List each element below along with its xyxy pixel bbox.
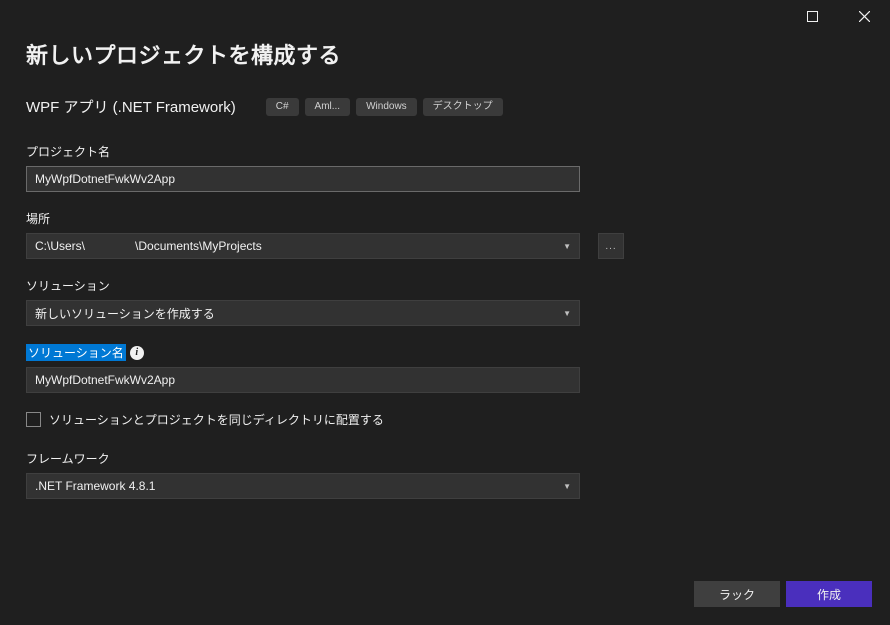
solution-value: 新しいソリューションを作成する (35, 305, 215, 322)
project-name-label: プロジェクト名 (26, 143, 864, 160)
location-path-text: C:\Users\\Documents\MyProjects (35, 239, 262, 253)
solution-label: ソリューション (26, 277, 864, 294)
dialog-content: 新しいプロジェクトを構成する WPF アプリ (.NET Framework) … (0, 32, 890, 499)
close-icon (859, 11, 870, 22)
tag: Aml... (305, 98, 351, 116)
back-button[interactable]: ラック (694, 581, 780, 607)
framework-value: .NET Framework 4.8.1 (35, 479, 155, 493)
same-directory-row: ソリューションとプロジェクトを同じディレクトリに配置する (26, 411, 864, 428)
titlebar (0, 0, 890, 32)
maximize-button[interactable] (790, 2, 834, 30)
chevron-down-icon: ▼ (563, 309, 571, 318)
tag: C# (266, 98, 299, 116)
template-summary: WPF アプリ (.NET Framework) C# Aml... Windo… (26, 96, 864, 117)
tag: Windows (356, 98, 417, 116)
same-directory-label: ソリューションとプロジェクトを同じディレクトリに配置する (49, 411, 384, 428)
location-group: 場所 C:\Users\\Documents\MyProjects ▼ ... (26, 210, 864, 259)
chevron-down-icon: ▼ (563, 482, 571, 491)
template-name: WPF アプリ (.NET Framework) (26, 96, 236, 117)
location-label: 場所 (26, 210, 864, 227)
solution-name-group: ソリューション名 i (26, 344, 864, 393)
browse-location-button[interactable]: ... (598, 233, 624, 259)
template-tags: C# Aml... Windows デスクトップ (266, 98, 503, 116)
create-button[interactable]: 作成 (786, 581, 872, 607)
project-name-group: プロジェクト名 (26, 143, 864, 192)
ellipsis-icon: ... (605, 241, 616, 252)
maximize-icon (807, 11, 818, 22)
dialog-footer: ラック 作成 (694, 581, 872, 607)
close-button[interactable] (842, 2, 886, 30)
solution-name-input[interactable] (26, 367, 580, 393)
framework-label: フレームワーク (26, 450, 864, 467)
solution-combobox[interactable]: 新しいソリューションを作成する ▼ (26, 300, 580, 326)
framework-combobox[interactable]: .NET Framework 4.8.1 ▼ (26, 473, 580, 499)
framework-group: フレームワーク .NET Framework 4.8.1 ▼ (26, 450, 864, 499)
page-title: 新しいプロジェクトを構成する (26, 38, 864, 70)
info-icon[interactable]: i (130, 346, 144, 360)
chevron-down-icon: ▼ (563, 242, 571, 251)
solution-group: ソリューション 新しいソリューションを作成する ▼ (26, 277, 864, 326)
project-name-input[interactable] (26, 166, 580, 192)
solution-name-label: ソリューション名 (26, 344, 126, 361)
location-combobox[interactable]: C:\Users\\Documents\MyProjects ▼ (26, 233, 580, 259)
tag: デスクトップ (423, 98, 503, 116)
same-directory-checkbox[interactable] (26, 412, 41, 427)
